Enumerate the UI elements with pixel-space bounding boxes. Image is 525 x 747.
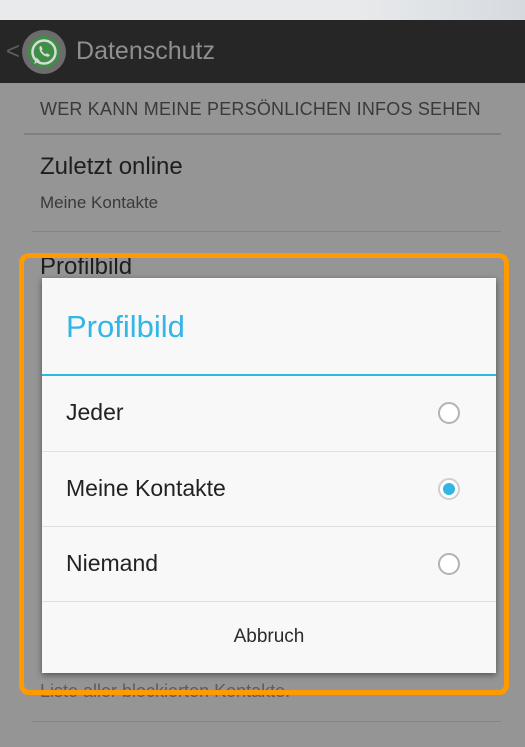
whatsapp-logo-icon[interactable] bbox=[22, 29, 67, 74]
actionbar-title: Datenschutz bbox=[76, 37, 215, 65]
section-header: WER KANN MEINE PERSÖNLICHEN INFOS SEHEN bbox=[40, 99, 481, 119]
action-bar: < Datenschutz bbox=[0, 20, 525, 83]
back-chevron-icon[interactable]: < bbox=[6, 39, 20, 64]
section-divider bbox=[24, 133, 501, 135]
highlight-frame bbox=[19, 253, 509, 695]
list-divider bbox=[32, 231, 501, 232]
window-frame bbox=[0, 0, 525, 20]
list-divider bbox=[32, 721, 501, 722]
last-seen-value: Meine Kontakte bbox=[40, 193, 159, 212]
last-seen-title[interactable]: Zuletzt online bbox=[40, 153, 183, 181]
